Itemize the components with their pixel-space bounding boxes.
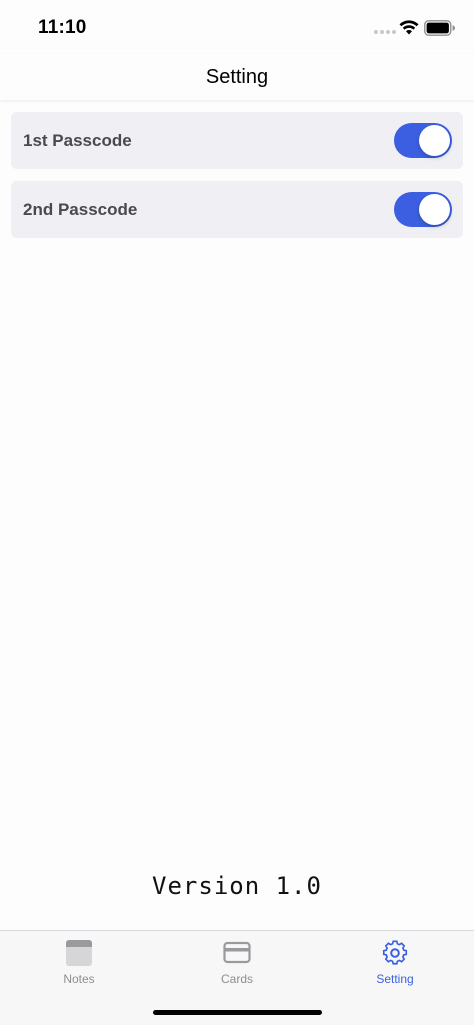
tab-setting[interactable]: Setting <box>316 931 474 995</box>
setting-row-2nd-passcode: 2nd Passcode <box>11 181 463 238</box>
status-time: 11:10 <box>38 17 87 38</box>
wifi-icon <box>399 20 419 35</box>
version-label: Version 1.0 <box>152 872 322 900</box>
navigation-bar: Setting <box>0 54 474 100</box>
setting-row-1st-passcode: 1st Passcode <box>11 112 463 169</box>
battery-icon <box>424 20 455 36</box>
tab-label-cards: Cards <box>220 972 253 986</box>
tab-label-setting: Setting <box>376 972 414 986</box>
page-title: Setting <box>205 65 269 88</box>
tab-label-notes: Notes <box>63 972 95 986</box>
setting-label-2nd-passcode: 2nd Passcode <box>23 200 138 219</box>
tab-cards[interactable]: Cards <box>158 931 316 995</box>
gear-icon <box>382 940 408 965</box>
setting-label-1st-passcode: 1st Passcode <box>23 131 132 150</box>
status-bar: 11:10 <box>0 0 474 54</box>
tab-notes[interactable]: Notes <box>0 931 158 995</box>
signal-dots-icon <box>374 30 396 34</box>
home-indicator <box>153 1010 322 1015</box>
screen: 11:10 Setting 1st Passcode 2nd Passcode <box>0 0 474 1025</box>
notes-icon <box>66 940 92 966</box>
1st-passcode-toggle[interactable] <box>394 123 452 158</box>
toggle-knob <box>419 125 450 156</box>
card-icon <box>223 941 251 964</box>
2nd-passcode-toggle[interactable] <box>394 192 452 227</box>
toggle-knob <box>419 194 450 225</box>
